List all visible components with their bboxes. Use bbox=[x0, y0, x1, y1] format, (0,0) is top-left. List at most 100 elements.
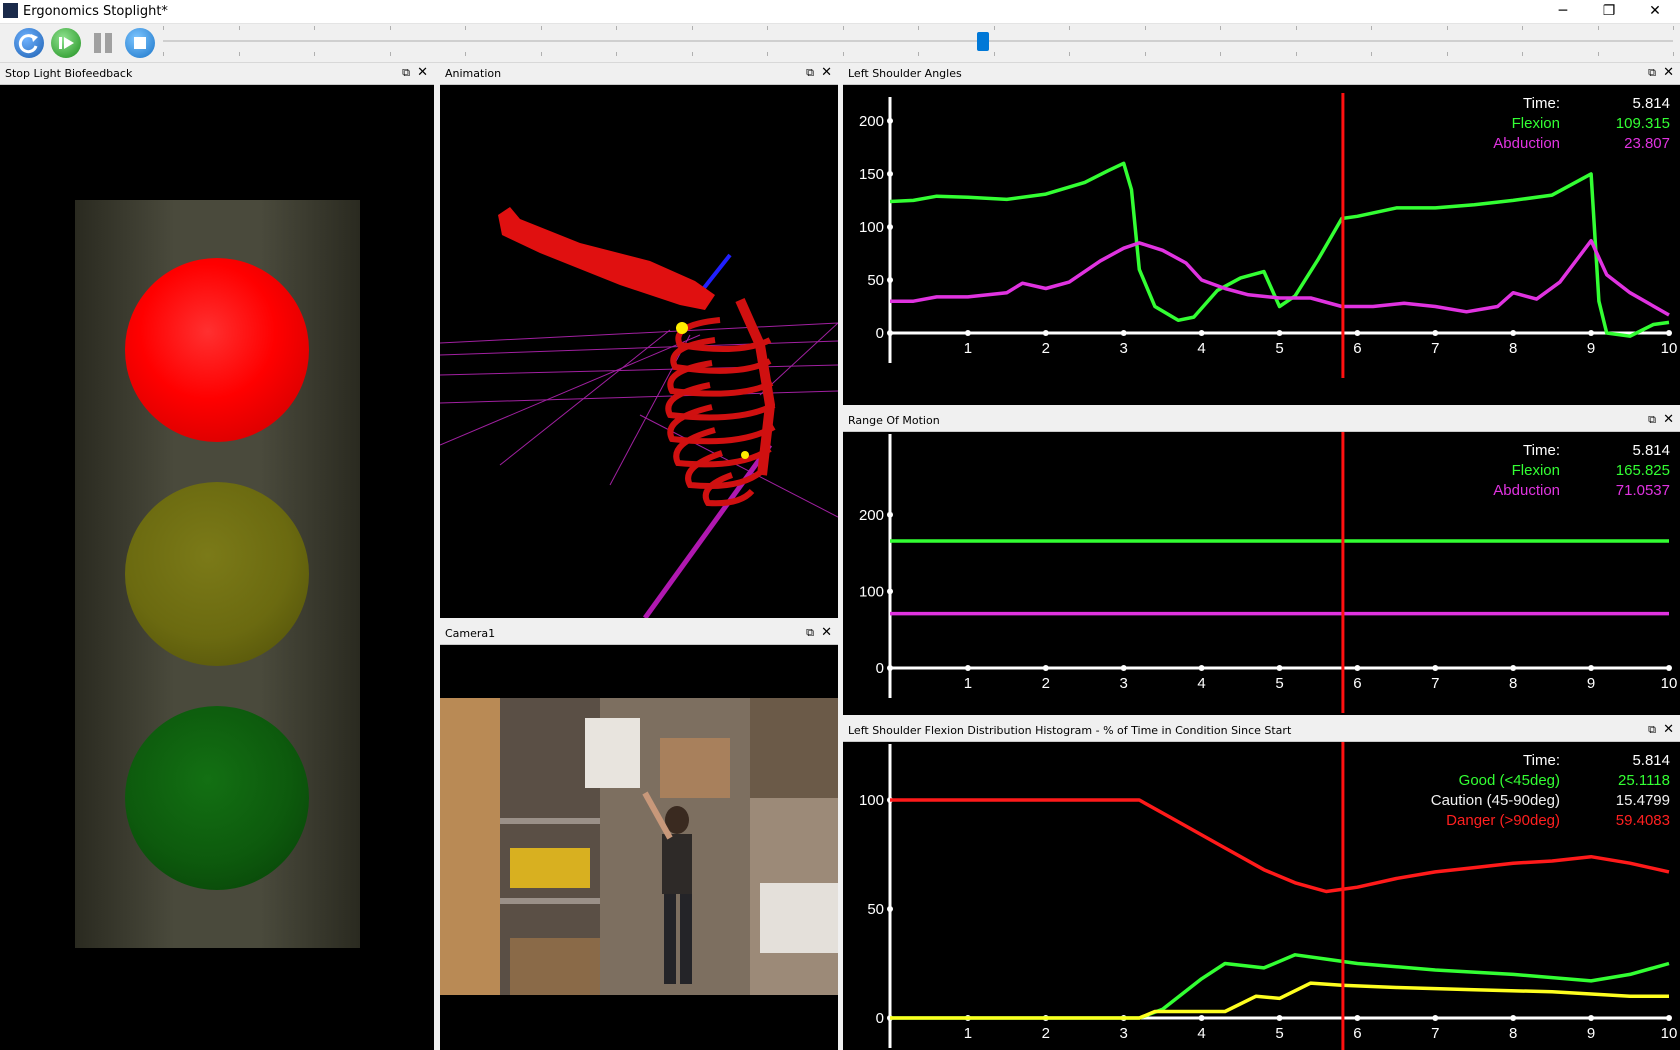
chart-legend: Time: 5.814 Flexion 165.825 Abduction 71.0537 bbox=[1493, 441, 1670, 501]
legend-value: 5.814 bbox=[1632, 95, 1670, 112]
x-tick-mark bbox=[1510, 330, 1517, 336]
y-tick-mark bbox=[887, 330, 893, 336]
x-tick-mark bbox=[1510, 665, 1517, 671]
y-tick-label: 200 bbox=[859, 113, 884, 130]
x-tick-label: 1 bbox=[964, 675, 972, 692]
timeline-tick bbox=[465, 52, 466, 56]
float-panel-icon[interactable]: ⧉ bbox=[1648, 723, 1656, 737]
x-tick-mark bbox=[1432, 665, 1439, 671]
close-panel-icon[interactable]: ✕ bbox=[417, 65, 428, 80]
legend-value: 5.814 bbox=[1632, 752, 1670, 769]
x-tick-label: 4 bbox=[1197, 340, 1205, 357]
legend-label: Flexion bbox=[1511, 115, 1560, 132]
y-tick-mark bbox=[887, 511, 893, 518]
timeline-tick bbox=[1522, 26, 1523, 30]
float-panel-icon[interactable]: ⧉ bbox=[1648, 413, 1656, 427]
close-panel-icon[interactable]: ✕ bbox=[1663, 722, 1674, 737]
range-of-motion-panel: Range Of Motion ⧉ ✕ 1 2 3 4 5 6 7 8 9 10 0 100 200 T… bbox=[843, 410, 1680, 715]
timeline-tick bbox=[1069, 52, 1070, 56]
y-tick-label: 200 bbox=[859, 507, 884, 524]
window-titlebar: Ergonomics Stoplight* ─ ❐ ✕ bbox=[0, 0, 1680, 24]
legend-row: Abduction 23.807 bbox=[1493, 134, 1670, 154]
panel-header: Animation ⧉ ✕ bbox=[440, 63, 838, 85]
x-tick-label: 4 bbox=[1197, 1025, 1205, 1042]
close-panel-icon[interactable]: ✕ bbox=[1663, 412, 1674, 427]
play-button[interactable] bbox=[51, 28, 81, 58]
legend-row: Flexion 109.315 bbox=[1493, 114, 1670, 134]
timeline-tick bbox=[767, 26, 768, 30]
legend-label: Time: bbox=[1523, 95, 1560, 112]
pause-button[interactable] bbox=[88, 28, 118, 58]
timeline-tick bbox=[1446, 52, 1448, 56]
timeline-tick bbox=[1597, 26, 1599, 30]
panel-title: Left Shoulder Angles bbox=[848, 67, 962, 80]
timeline-tick bbox=[1144, 26, 1146, 30]
timeline-tick bbox=[1446, 26, 1448, 30]
timeline-tick bbox=[389, 52, 391, 56]
legend-label: Abduction bbox=[1493, 482, 1560, 499]
y-tick-mark bbox=[887, 905, 893, 912]
timeline-tick bbox=[918, 52, 919, 56]
playback-toolbar bbox=[0, 24, 1680, 63]
stop-button[interactable] bbox=[125, 28, 155, 58]
x-tick-label: 6 bbox=[1353, 340, 1361, 357]
legend-value: 59.4083 bbox=[1615, 812, 1670, 829]
y-tick-mark bbox=[887, 665, 893, 671]
close-panel-icon[interactable]: ✕ bbox=[1663, 65, 1674, 80]
timeline-tick bbox=[691, 52, 693, 56]
x-tick-mark bbox=[1666, 330, 1672, 336]
floor-grid bbox=[440, 322, 838, 518]
timeline-slider-handle[interactable] bbox=[976, 32, 989, 51]
timeline-tick bbox=[616, 26, 617, 30]
x-tick-label: 2 bbox=[1042, 1025, 1050, 1042]
timeline-tick bbox=[993, 52, 995, 56]
legend-value: 71.0537 bbox=[1615, 482, 1670, 499]
x-tick-mark bbox=[964, 330, 971, 336]
timeline-tick bbox=[1673, 26, 1674, 30]
timeline-tick bbox=[238, 52, 240, 56]
reset-button[interactable] bbox=[14, 28, 44, 58]
stoplight-body bbox=[0, 85, 434, 1050]
x-tick-mark bbox=[1432, 330, 1439, 336]
x-tick-mark bbox=[1588, 330, 1595, 336]
skeleton-3d-view bbox=[440, 207, 838, 618]
timeline-tick bbox=[691, 26, 693, 30]
animation-viewport[interactable] bbox=[440, 85, 838, 618]
timeline-slider-track[interactable] bbox=[163, 40, 1673, 42]
minimize-button[interactable]: ─ bbox=[1540, 0, 1586, 23]
x-tick-mark bbox=[1198, 665, 1205, 671]
maximize-button[interactable]: ❐ bbox=[1586, 0, 1632, 23]
y-tick-label: 0 bbox=[876, 325, 884, 342]
x-tick-mark bbox=[1276, 1015, 1283, 1021]
camera-video-frame bbox=[440, 698, 838, 995]
x-tick-mark bbox=[1198, 330, 1205, 336]
timeline-tick bbox=[465, 26, 466, 30]
red-light bbox=[125, 258, 309, 442]
y-tick-label: 50 bbox=[867, 901, 884, 918]
legend-value: 5.814 bbox=[1632, 442, 1670, 459]
close-panel-icon[interactable]: ✕ bbox=[821, 625, 832, 640]
stop-icon bbox=[134, 37, 146, 49]
float-panel-icon[interactable]: ⧉ bbox=[806, 66, 814, 80]
x-tick-label: 3 bbox=[1120, 675, 1128, 692]
close-panel-icon[interactable]: ✕ bbox=[821, 65, 832, 80]
timeline-tick bbox=[993, 26, 995, 30]
timeline-tick bbox=[842, 52, 844, 56]
stoplight-panel: Stop Light Biofeedback ⧉ ✕ bbox=[0, 63, 434, 1050]
legend-value: 165.825 bbox=[1615, 462, 1670, 479]
x-tick-label: 2 bbox=[1042, 675, 1050, 692]
y-tick-mark bbox=[887, 223, 893, 230]
float-panel-icon[interactable]: ⧉ bbox=[402, 66, 410, 80]
series-line-caution-45-90deg bbox=[890, 981, 1669, 1020]
x-tick-mark bbox=[1354, 665, 1361, 671]
close-button[interactable]: ✕ bbox=[1632, 0, 1678, 23]
panel-title: Camera1 bbox=[445, 627, 496, 640]
float-panel-icon[interactable]: ⧉ bbox=[806, 626, 814, 640]
legend-value: 15.4799 bbox=[1615, 792, 1670, 809]
y-tick-mark bbox=[887, 170, 893, 177]
legend-label: Time: bbox=[1523, 752, 1560, 769]
flexion-histogram-panel: Left Shoulder Flexion Distribution Histo… bbox=[843, 720, 1680, 1050]
float-panel-icon[interactable]: ⧉ bbox=[1648, 66, 1656, 80]
marker-shoulder bbox=[676, 322, 688, 334]
panel-header: Left Shoulder Angles ⧉ ✕ bbox=[843, 63, 1680, 85]
